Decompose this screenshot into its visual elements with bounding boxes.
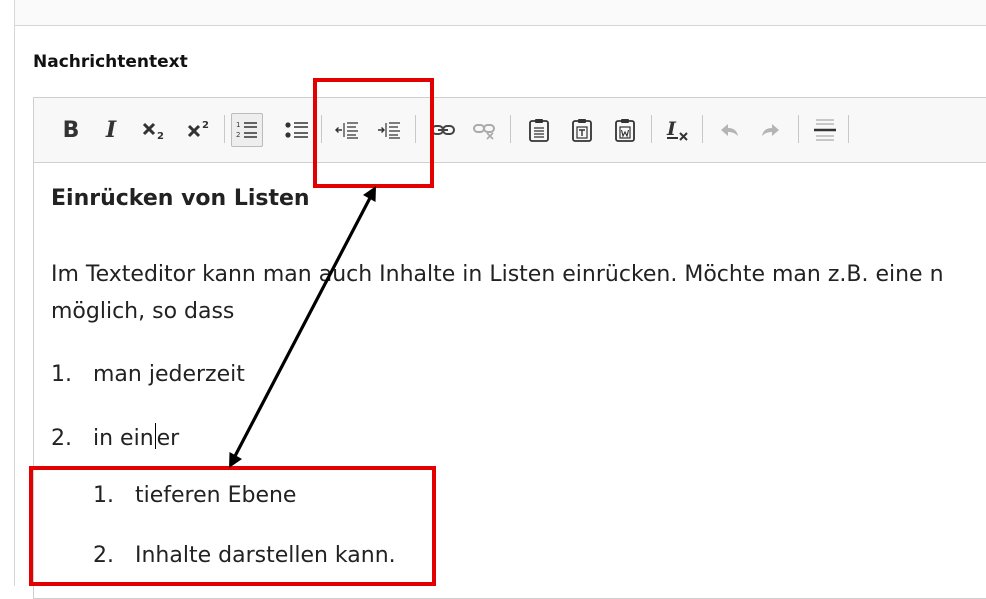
annotation-arrow — [229, 186, 376, 468]
